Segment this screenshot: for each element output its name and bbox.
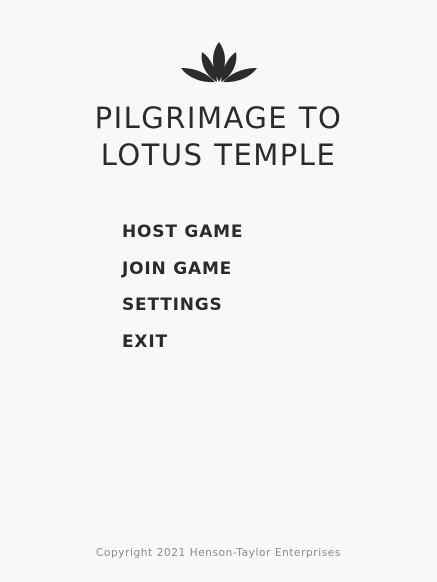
exit-button[interactable]: EXIT: [122, 330, 243, 367]
lotus-icon: [180, 40, 258, 84]
copyright-notice: Copyright 2021 Henson-Taylor Enterprises: [96, 547, 341, 559]
game-title-line-1: PILGRIMAGE TO: [94, 101, 343, 135]
settings-button[interactable]: SETTINGS: [122, 293, 243, 330]
main-menu: HOST GAME JOIN GAME SETTINGS EXIT: [122, 220, 243, 367]
game-title-line-2: LOTUS TEMPLE: [100, 138, 337, 172]
join-game-button[interactable]: JOIN GAME: [122, 257, 243, 294]
host-game-button[interactable]: HOST GAME: [122, 220, 243, 257]
